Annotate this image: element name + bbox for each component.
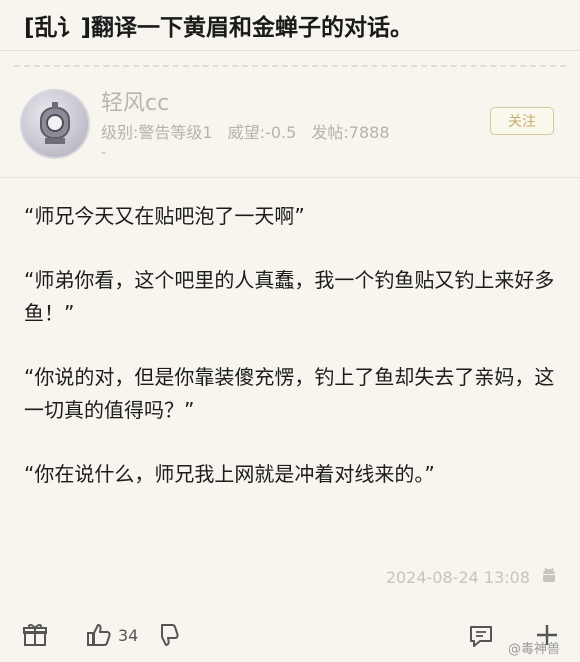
gift-icon <box>23 624 47 646</box>
post-timestamp: 2024-08-24 13:08 <box>385 567 530 587</box>
watermark: @毒神兽 <box>508 642 561 657</box>
like-count: 34 <box>118 625 139 645</box>
author-username[interactable]: 轻风cc <box>101 85 169 117</box>
comment-icon <box>470 626 492 647</box>
follow-button[interactable]: 关注 <box>490 107 554 135</box>
like-button[interactable]: 34 <box>86 622 138 648</box>
avatar[interactable] <box>20 89 90 159</box>
paragraph: “你在说什么，师兄我上网就是冲着对线来的。” <box>24 462 435 486</box>
post-title: [乱讠]翻译一下黄眉和金蝉子的对话。 <box>0 0 580 51</box>
paragraph: “你说的对，但是你靠装傻充愣，钓上了鱼却失去了亲妈，这一切真的值得吗？” <box>24 365 555 422</box>
gift-button[interactable] <box>22 622 48 648</box>
author-post-count: 发帖:7888 <box>311 123 390 142</box>
dislike-button[interactable] <box>156 623 180 649</box>
paragraph: “师兄今天又在贴吧泡了一天啊” <box>24 204 305 228</box>
author-meta-dash: - <box>101 145 107 161</box>
post-content: “师兄今天又在贴吧泡了一天啊” “师弟你看，这个吧里的人真蠢，我一个钓鱼贴又钓上… <box>0 178 580 491</box>
paragraph: “师弟你看，这个吧里的人真蠢，我一个钓鱼贴又钓上来好多鱼！” <box>24 268 555 325</box>
diving-helmet-icon <box>40 102 70 144</box>
post-meta-row: 2024-08-24 13:08 <box>0 566 580 588</box>
thumbs-up-icon <box>87 624 111 646</box>
comment-button[interactable] <box>468 623 494 649</box>
action-bar: 34 <box>0 612 580 662</box>
author-level: 级别:警告等级1 <box>101 123 213 142</box>
divider <box>14 51 566 67</box>
author-prestige: 威望:-0.5 <box>227 123 297 142</box>
android-icon <box>540 566 558 588</box>
thumbs-down-icon <box>161 624 179 646</box>
author-meta: 级别:警告等级1 威望:-0.5 发帖:7888 <box>101 119 400 143</box>
